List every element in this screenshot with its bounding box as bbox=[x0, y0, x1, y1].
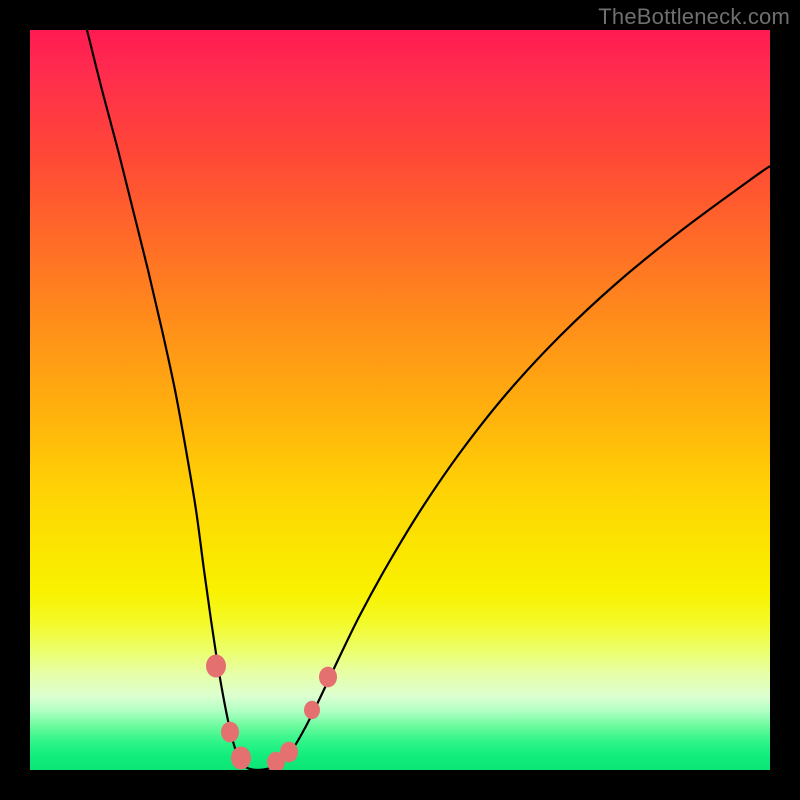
plot-area bbox=[30, 30, 770, 770]
curve-marker bbox=[231, 747, 251, 770]
chart-frame: TheBottleneck.com bbox=[0, 0, 800, 800]
curve-marker bbox=[221, 722, 239, 743]
curve-marker bbox=[206, 655, 226, 678]
curve-marker bbox=[280, 742, 298, 763]
curve-marker bbox=[319, 667, 337, 688]
curve-layer bbox=[30, 30, 770, 770]
curve-marker bbox=[304, 701, 320, 719]
watermark-text: TheBottleneck.com bbox=[598, 4, 790, 30]
bottleneck-curve bbox=[87, 30, 770, 770]
